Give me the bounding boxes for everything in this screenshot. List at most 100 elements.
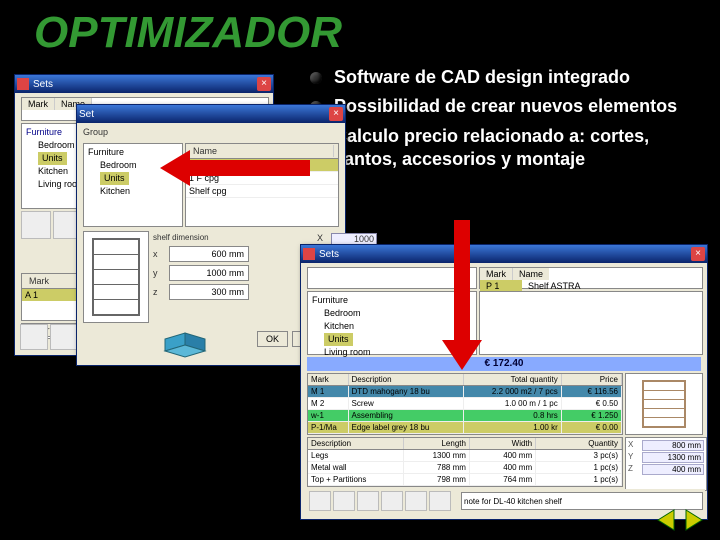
toolbar-icon[interactable] (309, 491, 331, 511)
cell[interactable]: 798 mm (404, 474, 470, 485)
dimension-panel: shelf dimension x y z (153, 233, 249, 303)
cell[interactable]: 1.0 00 m / 1 pc (464, 398, 562, 409)
axis-label: X (628, 440, 642, 451)
tree-item[interactable]: Bedroom (88, 159, 178, 172)
bullet-list: Software de CAD design integrado Possibi… (310, 66, 690, 178)
preview-pane (83, 231, 149, 323)
app-icon (17, 78, 29, 90)
axis-value: 400 mm (642, 464, 704, 475)
cell[interactable]: 1.00 kr (464, 422, 562, 433)
tree-item[interactable]: Kitchen (312, 320, 472, 333)
toolbar-icon[interactable] (381, 491, 403, 511)
close-icon[interactable]: × (257, 77, 271, 91)
slide-nav (654, 508, 706, 532)
col-header: Description (308, 438, 404, 449)
axis-value: 1300 mm (642, 452, 704, 463)
preview-large (479, 291, 703, 355)
col-header: Mark (22, 98, 55, 110)
titlebar-text: Sets (319, 249, 691, 260)
col-header: Name (513, 268, 549, 280)
price-bar: € 172.40 (307, 357, 701, 371)
cell[interactable]: 2.2 000 m2 / 7 pcs (464, 386, 562, 397)
file-list[interactable]: Name Shelf cpg 1 F cpg Shelf cpg (185, 143, 339, 227)
cell[interactable]: w-1 (308, 410, 349, 421)
tree-item[interactable]: Bedroom (312, 307, 472, 320)
cell[interactable]: 0.8 hrs (464, 410, 562, 421)
z-input[interactable] (169, 284, 249, 300)
y-input[interactable] (169, 265, 249, 281)
window-sets-main: Sets× MarkName P 1Shelf ASTRA Furniture … (300, 244, 708, 520)
col-header: Description (349, 374, 464, 385)
tree-item[interactable]: Kitchen (88, 185, 178, 198)
cell[interactable]: Screw (349, 398, 464, 409)
cell[interactable]: 764 mm (470, 474, 536, 485)
cell[interactable]: € 0.50 (562, 398, 622, 409)
file-item-selected[interactable]: Shelf cpg (186, 159, 338, 171)
close-icon[interactable]: × (329, 107, 343, 121)
toolbar-icon[interactable] (20, 324, 48, 350)
ok-button[interactable]: OK (257, 331, 288, 347)
col-header: Length (404, 438, 470, 449)
cell[interactable]: € 116.56 (562, 386, 622, 397)
tree-root[interactable]: Furniture (312, 294, 472, 307)
titlebar-text: Set (79, 109, 329, 120)
app-icon (303, 248, 315, 260)
col-header: Total quantity (464, 374, 562, 385)
xyz-panel: X800 mm Y1300 mm Z400 mm (625, 437, 707, 491)
dimension-label: shelf dimension (153, 233, 249, 242)
col-header: Mark (308, 374, 349, 385)
cell[interactable]: 3 pc(s) (536, 450, 622, 461)
toolbar-icon[interactable] (21, 211, 51, 239)
bullet-text: Software de CAD design integrado (334, 66, 630, 89)
tree-root[interactable]: Furniture (88, 146, 178, 159)
bullet-text: Calculo precio relacionado a: cortes, ca… (334, 125, 690, 172)
toolbar-icon[interactable] (429, 491, 451, 511)
axis-label: Z (628, 464, 642, 475)
file-item[interactable]: Shelf cpg (186, 185, 338, 197)
group-tree[interactable]: Furniture Bedroom Units Kitchen (83, 143, 183, 227)
cell[interactable]: 1 pc(s) (536, 474, 622, 485)
cell[interactable]: € 0.00 (562, 422, 622, 433)
cell[interactable]: 400 mm (470, 462, 536, 473)
tree-pane[interactable]: Furniture Bedroom Kitchen Units Living r… (307, 291, 477, 355)
cell[interactable]: 1300 mm (404, 450, 470, 461)
slide-title: OPTIMIZADOR (0, 0, 720, 58)
titlebar: Sets× (15, 75, 273, 93)
cell[interactable]: 400 mm (470, 450, 536, 461)
left-header (307, 267, 477, 289)
x-input[interactable] (169, 246, 249, 262)
furniture-preview (625, 373, 703, 435)
prev-slide-button[interactable] (654, 508, 678, 532)
axis-value: 800 mm (642, 440, 704, 451)
toolbar-icon[interactable] (333, 491, 355, 511)
toolbar-icon[interactable] (357, 491, 379, 511)
titlebar-text: Sets (33, 79, 257, 90)
close-icon[interactable]: × (691, 247, 705, 261)
cell[interactable]: A 1 (22, 289, 79, 301)
cell[interactable]: Assembling (349, 410, 464, 421)
materials-table: MarkDescriptionTotal quantityPrice M 1DT… (307, 373, 623, 435)
cell[interactable]: M 2 (308, 398, 349, 409)
cell[interactable]: Legs (308, 450, 404, 461)
cell[interactable]: Edge label grey 18 bu (349, 422, 464, 433)
cell[interactable]: M 1 (308, 386, 349, 397)
tree-item-selected[interactable]: Units (324, 333, 353, 346)
cell[interactable]: 788 mm (404, 462, 470, 473)
next-slide-button[interactable] (682, 508, 706, 532)
file-item[interactable]: 1 F cpg (186, 172, 338, 184)
tree-item-selected[interactable]: Units (38, 152, 67, 165)
cell[interactable]: Metal wall (308, 462, 404, 473)
cell[interactable]: 1 pc(s) (536, 462, 622, 473)
toolbar-icon[interactable] (405, 491, 427, 511)
cell[interactable]: P-1/Ma (308, 422, 349, 433)
titlebar: Sets× (301, 245, 707, 263)
cell[interactable]: € 1.250 (562, 410, 622, 421)
bottom-toolbar (307, 489, 705, 513)
col-header: Width (470, 438, 536, 449)
cell[interactable]: Top + Partitions (308, 474, 404, 485)
toolbar-icon[interactable] (50, 324, 78, 350)
col-header: Name (190, 145, 334, 157)
cell[interactable]: DTD mahogany 18 bu (349, 386, 464, 397)
tree-item-selected[interactable]: Units (100, 172, 129, 185)
col-header: Mark (26, 275, 83, 287)
